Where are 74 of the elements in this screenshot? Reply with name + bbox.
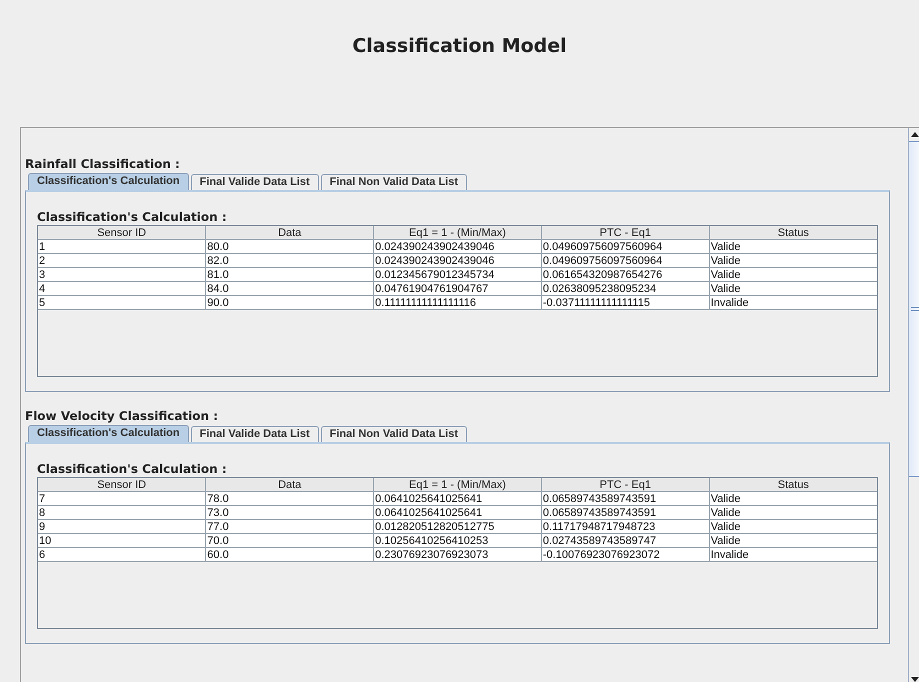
column-header[interactable]: Data: [206, 478, 374, 492]
table-cell: Valide: [709, 282, 877, 296]
table-cell: 0.012345679012345734: [374, 268, 542, 282]
table-cell: 0.024390243902439046: [374, 254, 542, 268]
table-cell: 3: [38, 268, 206, 282]
table-cell: Invalide: [709, 296, 877, 310]
table-cell: Valide: [709, 492, 877, 506]
table-cell: 0.049609756097560964: [541, 240, 710, 254]
table-cell: Valide: [709, 506, 877, 520]
column-header[interactable]: Eq1 = 1 - (Min/Max): [374, 226, 542, 240]
column-header[interactable]: Eq1 = 1 - (Min/Max): [374, 478, 542, 492]
table-cell: 0.06589743589743591: [541, 506, 710, 520]
column-header[interactable]: PTC - Eq1: [541, 226, 710, 240]
window-title: Classification Model: [352, 34, 567, 58]
table-cell: 0.02743589743589747: [541, 534, 710, 548]
table-cell: 77.0: [206, 520, 374, 534]
column-header[interactable]: Status: [709, 478, 877, 492]
column-header[interactable]: Data: [206, 226, 374, 240]
table-cell: 0.11111111111111116: [374, 296, 542, 310]
table-cell: 2: [38, 254, 206, 268]
table-cell: 0.06589743589743591: [541, 492, 710, 506]
table-cell: -0.10076923076923072: [541, 548, 710, 562]
scroll-up-icon[interactable]: [911, 132, 919, 137]
table-cell: 10: [38, 534, 206, 548]
tab[interactable]: Final Non Valid Data List: [320, 174, 468, 190]
panel-title: Classification's Calculation :: [37, 209, 227, 225]
table-cell: Valide: [709, 520, 877, 534]
table-cell: 0.10256410256410253: [374, 534, 542, 548]
tab[interactable]: Classification's Calculation: [28, 173, 189, 190]
table-cell: 0.024390243902439046: [374, 240, 542, 254]
table-cell: 5: [38, 296, 206, 310]
section-title: Rainfall Classification :: [25, 156, 180, 172]
table-cell: Invalide: [709, 548, 877, 562]
table-cell: 78.0: [206, 492, 374, 506]
table-cell: 1: [38, 240, 206, 254]
section-title: Flow Velocity Classification :: [25, 408, 218, 424]
table-cell: 0.0641025641025641: [374, 492, 542, 506]
scroll-down-icon[interactable]: [911, 677, 919, 682]
table-cell: 0.049609756097560964: [541, 254, 710, 268]
table-cell: Valide: [709, 254, 877, 268]
column-header[interactable]: Status: [709, 226, 877, 240]
table-cell: 80.0: [206, 240, 374, 254]
table-cell: 7: [38, 492, 206, 506]
table-cell: -0.03711111111111115: [541, 296, 710, 310]
table-cell: 0.061654320987654276: [541, 268, 710, 282]
table-cell: 0.0641025641025641: [374, 506, 542, 520]
table-cell: 6: [38, 548, 206, 562]
column-header[interactable]: Sensor ID: [38, 226, 206, 240]
table-cell: 81.0: [206, 268, 374, 282]
column-header[interactable]: PTC - Eq1: [541, 478, 710, 492]
column-header[interactable]: Sensor ID: [38, 478, 206, 492]
table-cell: 84.0: [206, 282, 374, 296]
table-cell: 90.0: [206, 296, 374, 310]
table-cell: 70.0: [206, 534, 374, 548]
tab[interactable]: Final Valide Data List: [190, 426, 319, 442]
table-cell: 82.0: [206, 254, 374, 268]
table-cell: 0.11717948717948723: [541, 520, 710, 534]
table-cell: 0.04761904761904767: [374, 282, 542, 296]
table-cell: 73.0: [206, 506, 374, 520]
table-cell: 0.23076923076923073: [374, 548, 542, 562]
table-cell: 0.02638095238095234: [541, 282, 710, 296]
table-cell: 8: [38, 506, 206, 520]
table-cell: 60.0: [206, 548, 374, 562]
table-cell: Valide: [709, 268, 877, 282]
panel-title: Classification's Calculation :: [37, 461, 227, 477]
table-cell: Valide: [709, 240, 877, 254]
grip-icon: [911, 307, 919, 311]
table-cell: 0.012820512820512775: [374, 520, 542, 534]
table-cell: 4: [38, 282, 206, 296]
table-cell: Valide: [709, 534, 877, 548]
tab[interactable]: Final Non Valid Data List: [320, 426, 468, 442]
table-cell: 9: [38, 520, 206, 534]
tab[interactable]: Final Valide Data List: [190, 174, 319, 190]
tab[interactable]: Classification's Calculation: [28, 425, 189, 442]
